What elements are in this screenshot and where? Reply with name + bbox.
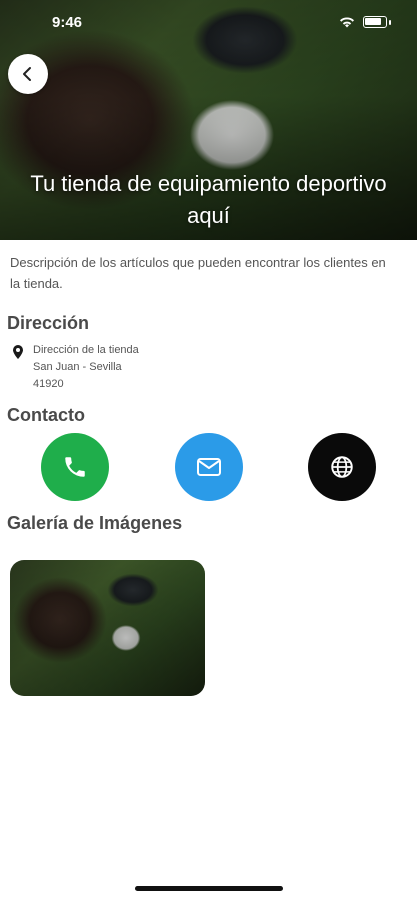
gallery-image-overlay <box>10 560 205 696</box>
battery-tip <box>389 19 391 25</box>
call-button[interactable] <box>41 433 109 501</box>
home-indicator[interactable] <box>135 886 283 891</box>
back-button[interactable] <box>8 54 48 94</box>
address-section-title: Dirección <box>7 313 90 333</box>
status-bar: 9:46 <box>0 14 417 34</box>
address-line: San Juan - Sevilla <box>33 361 122 373</box>
mail-icon <box>197 458 221 476</box>
chevron-left-icon <box>23 67 31 81</box>
address-line: Dirección de la tienda <box>33 344 139 356</box>
hero-title: Tu tienda de equipamiento deportivo aquí <box>30 171 387 228</box>
gallery-section-title: Galería de Imágenes <box>7 513 183 533</box>
battery-icon <box>363 16 387 28</box>
phone-icon <box>65 457 85 477</box>
gallery-image[interactable] <box>10 560 205 696</box>
email-button[interactable] <box>175 433 243 501</box>
address-block[interactable]: Dirección de la tienda San Juan - Sevill… <box>10 342 139 393</box>
status-time: 9:46 <box>52 14 83 31</box>
wifi-icon <box>340 17 354 28</box>
website-button[interactable] <box>308 433 376 501</box>
address-lines: Dirección de la tienda San Juan - Sevill… <box>33 342 139 393</box>
contact-section-title: Contacto <box>7 405 85 425</box>
address-line: 41920 <box>33 378 64 390</box>
hero-banner: 9:46 Tu tienda de equipamiento deportivo… <box>0 0 417 240</box>
status-icons <box>339 16 391 28</box>
globe-icon <box>331 456 353 478</box>
store-description: Descripción de los artículos que pueden … <box>10 255 386 291</box>
location-pin-icon <box>13 345 23 359</box>
